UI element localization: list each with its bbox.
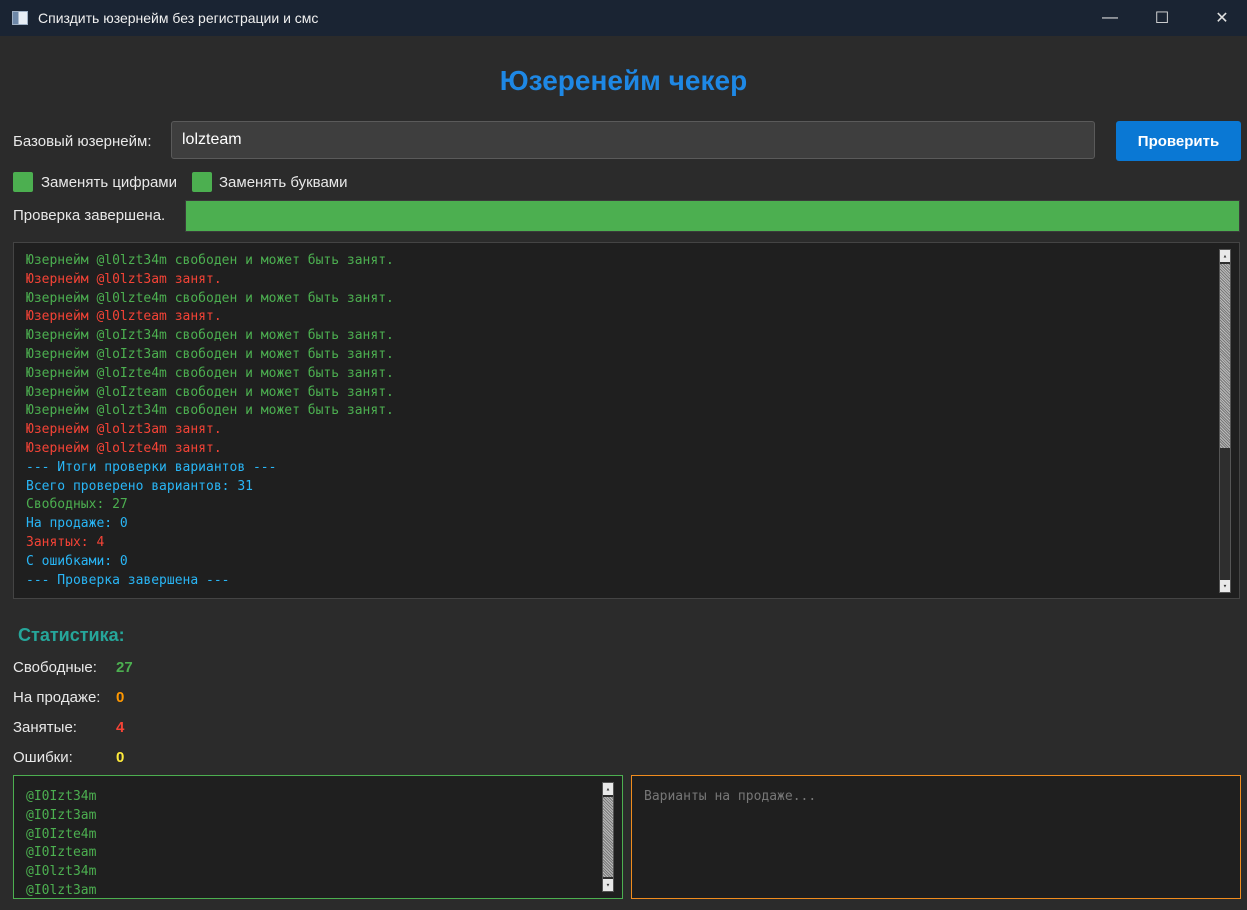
replace-digits-checkbox[interactable] bbox=[13, 172, 33, 192]
list-item[interactable]: @I0lzt34m bbox=[26, 863, 96, 882]
log-line: С ошибками: 0 bbox=[26, 553, 128, 569]
maximize-button[interactable]: ☐ bbox=[1139, 0, 1185, 36]
log-line: Всего проверено вариантов: 31 bbox=[26, 478, 253, 494]
base-username-label: Базовый юзернейм: bbox=[13, 133, 152, 150]
stat-errors-value: 0 bbox=[116, 749, 125, 766]
replace-digits-label: Заменять цифрами bbox=[41, 174, 178, 191]
log-line: Юзернейм @lolzte4m занят. bbox=[26, 440, 222, 456]
log-line: Юзернейм @l0lzt34m свободен и может быть… bbox=[26, 253, 394, 268]
scroll-up-icon[interactable]: ▴ bbox=[603, 783, 613, 795]
progress-bar bbox=[185, 200, 1240, 232]
progress-fill bbox=[186, 201, 1239, 231]
replace-letters-label: Заменять буквами bbox=[219, 174, 348, 191]
title-bar: Спиздить юзернейм без регистрации и смс … bbox=[0, 0, 1247, 36]
log-line: Юзернейм @lolzt3am занят. bbox=[26, 422, 222, 438]
for-sale-placeholder: Варианты на продаже... bbox=[644, 789, 817, 804]
minimize-icon: — bbox=[1102, 9, 1118, 26]
log-line: Юзернейм @loIzte4m свободен и может быть… bbox=[26, 365, 394, 381]
log-line: Юзернейм @l0lzteam занят. bbox=[26, 309, 222, 325]
list-item[interactable]: @I0Izte4m bbox=[26, 826, 96, 845]
for-sale-list[interactable]: Варианты на продаже... bbox=[631, 775, 1241, 899]
base-username-input[interactable]: lolzteam bbox=[171, 121, 1095, 159]
log-line: Юзернейм @lolzt34m свободен и может быть… bbox=[26, 403, 394, 419]
maximize-icon: ☐ bbox=[1154, 10, 1170, 27]
close-icon: ✕ bbox=[1215, 10, 1229, 27]
list-item[interactable]: @I0lzt3am bbox=[26, 882, 96, 898]
stat-taken-label: Занятые: bbox=[13, 719, 77, 736]
stat-sale-label: На продаже: bbox=[13, 689, 101, 706]
close-button[interactable]: ✕ bbox=[1199, 0, 1245, 36]
page-title: Юзеренейм чекер bbox=[499, 65, 748, 96]
scroll-down-icon[interactable]: ▾ bbox=[1220, 580, 1230, 592]
log-line: Юзернейм @loIzt34m свободен и может быть… bbox=[26, 328, 394, 344]
stat-errors-label: Ошибки: bbox=[13, 749, 73, 766]
replace-letters-checkbox[interactable] bbox=[192, 172, 212, 192]
stat-free-label: Свободные: bbox=[13, 659, 97, 676]
stat-free-value: 27 bbox=[116, 659, 133, 676]
list-item[interactable]: @I0Izt3am bbox=[26, 807, 96, 826]
check-button[interactable]: Проверить bbox=[1116, 121, 1241, 161]
scroll-down-icon[interactable]: ▾ bbox=[603, 879, 613, 891]
base-username-value: lolzteam bbox=[182, 131, 242, 148]
list-item[interactable]: @I0Izt34m bbox=[26, 788, 96, 807]
minimize-button[interactable]: — bbox=[1087, 0, 1133, 36]
log-line: --- Итоги проверки вариантов --- bbox=[26, 459, 277, 475]
log-line: Свободных: 27 bbox=[26, 497, 128, 513]
stat-sale-value: 0 bbox=[116, 689, 125, 706]
list-item[interactable]: @I0Izteam bbox=[26, 844, 96, 863]
free-list-scrollbar[interactable]: ▴ ▾ bbox=[602, 782, 614, 892]
log-line: На продаже: 0 bbox=[26, 516, 128, 532]
app-icon bbox=[12, 11, 28, 25]
window-title: Спиздить юзернейм без регистрации и смс bbox=[38, 10, 319, 26]
log-line: --- Проверка завершена --- bbox=[26, 572, 230, 588]
progress-status: Проверка завершена. bbox=[13, 207, 166, 224]
scroll-up-icon[interactable]: ▴ bbox=[1220, 250, 1230, 262]
scroll-thumb[interactable] bbox=[1220, 264, 1230, 448]
log-scrollbar[interactable]: ▴ ▾ bbox=[1219, 249, 1231, 593]
scroll-thumb[interactable] bbox=[603, 797, 613, 877]
log-line: Юзернейм @loIzt3am свободен и может быть… bbox=[26, 346, 394, 362]
stat-taken-value: 4 bbox=[116, 719, 125, 736]
log-line: Юзернейм @loIzteam свободен и может быть… bbox=[26, 384, 394, 400]
log-line: Юзернейм @l0lzt3am занят. bbox=[26, 271, 222, 287]
free-usernames-list[interactable]: @I0Izt34m @I0Izt3am @I0Izte4m @I0Izteam @I0l… bbox=[13, 775, 623, 899]
log-lines: Юзернейм @l0lzt34m свободен и может быть… bbox=[26, 252, 394, 590]
stats-title: Статистика: bbox=[18, 625, 125, 645]
log-output[interactable]: Юзернейм @l0lzt34m свободен и может быть… bbox=[13, 242, 1240, 599]
log-line: Юзернейм @l0lzte4m свободен и может быть… bbox=[26, 290, 394, 306]
log-line: Занятых: 4 bbox=[26, 534, 105, 550]
free-items: @I0Izt34m @I0Izt3am @I0Izte4m @I0Izteam @I0l… bbox=[26, 788, 96, 898]
